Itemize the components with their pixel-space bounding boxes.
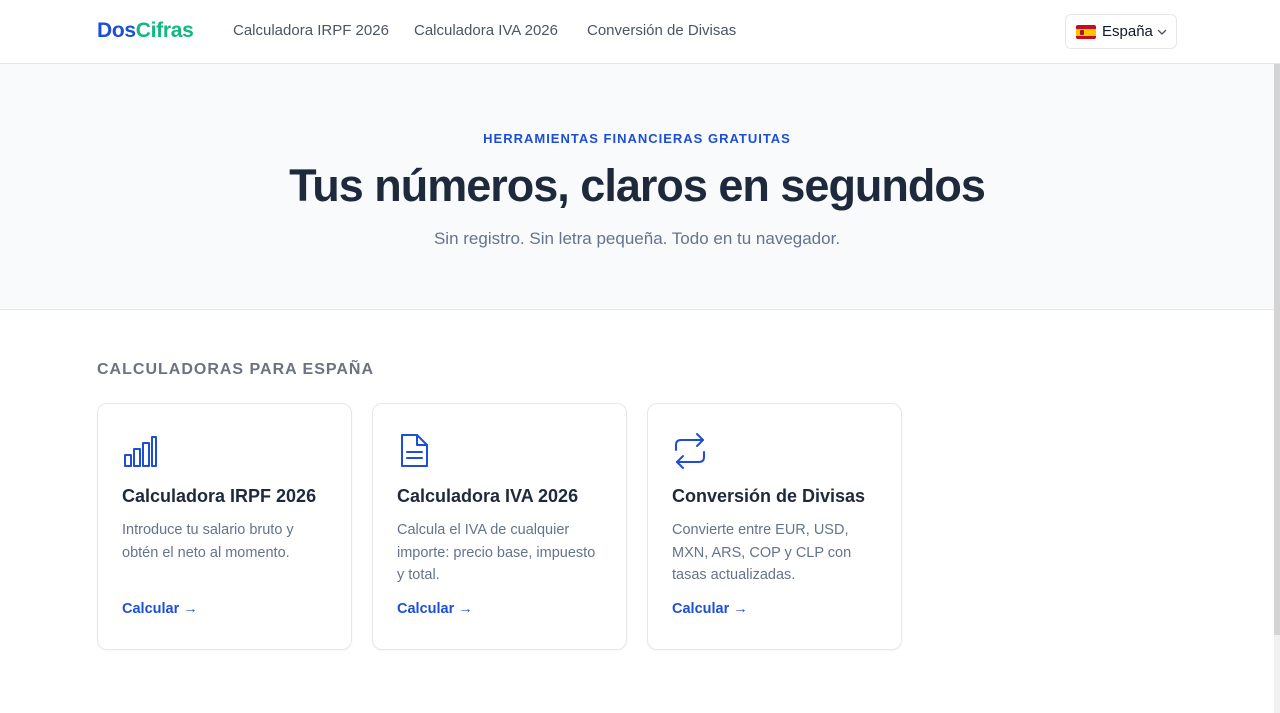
brand-logo[interactable]: DosCifras (97, 19, 194, 43)
hero-subtitle: Sin registro. Sin letra pequeña. Todo en… (433, 229, 841, 248)
country-selector[interactable]: España (1065, 14, 1177, 49)
country-selector-label: España (1102, 23, 1153, 40)
card-title: Conversión de Divisas (672, 486, 866, 506)
spain-flag-icon (1076, 25, 1096, 39)
top-navbar: DosCifras Calculadora IRPF 2026 Calculad… (0, 0, 1280, 64)
brand-logo-part1: Dos (97, 19, 136, 42)
calcular-link[interactable]: Calcular → (122, 601, 198, 617)
calcular-link[interactable]: Calcular → (397, 601, 473, 617)
card-iva[interactable]: Calculadora IVA 2026 Calcula el IVA de c… (372, 403, 627, 650)
brand-logo-part2: Cifras (135, 19, 194, 42)
scrollbar-thumb[interactable] (1274, 0, 1280, 635)
card-title: Calculadora IRPF 2026 (122, 486, 317, 506)
card-divisas[interactable]: Conversión de Divisas Convierte entre EU… (647, 403, 902, 650)
section-title: CALCULADORAS PARA ESPAÑA (97, 361, 375, 378)
nav-link-irpf[interactable]: Calculadora IRPF 2026 (233, 22, 389, 39)
hero-eyebrow: HERRAMIENTAS FINANCIERAS GRATUITAS (483, 131, 791, 146)
chevron-down-icon (1157, 29, 1167, 35)
hero-title: Tus números, claros en segundos (289, 160, 986, 211)
card-title: Calculadora IVA 2026 (397, 486, 579, 506)
card-description: Introduce tu salario bruto y obtén el ne… (122, 522, 294, 561)
calcular-link[interactable]: Calcular → (672, 601, 748, 617)
card-irpf[interactable]: Calculadora IRPF 2026 Introduce tu salar… (97, 403, 352, 650)
nav-link-divisas[interactable]: Conversión de Divisas (587, 22, 736, 39)
bar-chart-icon (124, 436, 157, 467)
hero-section: HERRAMIENTAS FINANCIERAS GRATUITAS Tus n… (0, 64, 1274, 310)
document-icon (401, 434, 428, 467)
card-description: Convierte entre EUR, USD, MXN, ARS, COP … (672, 522, 852, 583)
nav-link-iva[interactable]: Calculadora IVA 2026 (414, 22, 558, 39)
exchange-arrows-icon (675, 433, 705, 469)
card-description: Calcula el IVA de cualquier importe: pre… (397, 522, 596, 583)
